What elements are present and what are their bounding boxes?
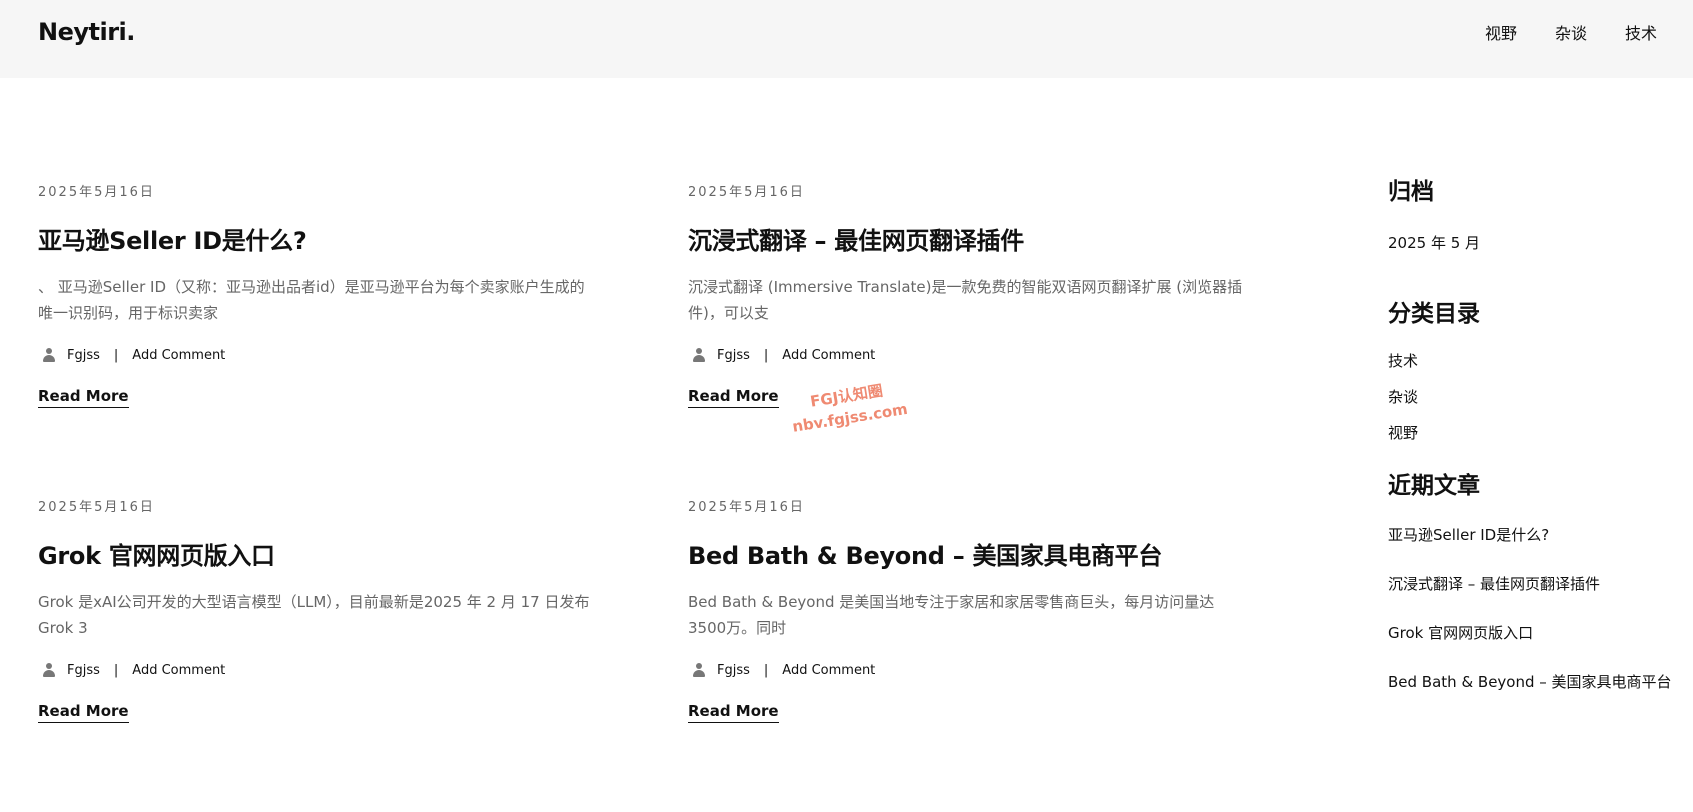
post-title[interactable]: 沉浸式翻译 – 最佳网页翻译插件 — [688, 224, 1248, 258]
read-more-link[interactable]: Read More — [688, 701, 779, 723]
category-item-zatan[interactable]: 杂谈 — [1388, 386, 1678, 408]
post-title[interactable]: 亚马逊Seller ID是什么? — [38, 224, 598, 258]
category-item-shiye[interactable]: 视野 — [1388, 422, 1678, 444]
post-author[interactable]: Fgjss — [717, 348, 750, 363]
main-nav: 视野 杂谈 技术 — [1447, 22, 1657, 46]
post-excerpt: Grok 是xAI公司开发的大型语言模型（LLM），目前最新是2025 年 2 … — [38, 593, 590, 637]
user-icon — [43, 348, 55, 362]
sidebar: 归档 2025 年 5 月 分类目录 技术 杂谈 视野 近期文章 亚马逊Sell… — [1388, 176, 1678, 720]
user-icon — [693, 348, 705, 362]
site-logo[interactable]: Neytiri. — [38, 18, 135, 46]
post-card: 2025年5月16日 Grok 官网网页版入口 Grok 是xAI公司开发的大型… — [38, 499, 598, 723]
read-more-link[interactable]: Read More — [38, 386, 129, 408]
post-author[interactable]: Fgjss — [67, 348, 100, 363]
post-date: 2025年5月16日 — [38, 500, 155, 515]
meta-separator: | — [763, 662, 769, 678]
post-card: 2025年5月16日 沉浸式翻译 – 最佳网页翻译插件 沉浸式翻译 (Immer… — [688, 184, 1248, 408]
archive-title: 归档 — [1388, 179, 1434, 205]
recent-post-link[interactable]: 亚马逊Seller ID是什么? — [1388, 524, 1678, 546]
categories-title: 分类目录 — [1388, 301, 1480, 327]
add-comment-link[interactable]: Add Comment — [132, 348, 225, 363]
nav-item-zatan[interactable]: 杂谈 — [1555, 22, 1587, 46]
read-more-link[interactable]: Read More — [688, 386, 779, 408]
post-card: 2025年5月16日 亚马逊Seller ID是什么? 、 亚马逊Seller … — [38, 184, 598, 408]
recent-post-link[interactable]: Grok 官网网页版入口 — [1388, 622, 1678, 644]
meta-separator: | — [113, 347, 119, 363]
recent-posts-list: 亚马逊Seller ID是什么? 沉浸式翻译 – 最佳网页翻译插件 Grok 官… — [1388, 524, 1678, 693]
add-comment-link[interactable]: Add Comment — [782, 348, 875, 363]
post-meta: Fgjss | Add Comment — [688, 660, 1248, 680]
post-meta: Fgjss | Add Comment — [688, 345, 1248, 365]
user-icon — [43, 663, 55, 677]
post-title[interactable]: Grok 官网网页版入口 — [38, 539, 598, 573]
post-date: 2025年5月16日 — [38, 185, 155, 200]
recent-posts-title: 近期文章 — [1388, 473, 1480, 499]
post-excerpt: 沉浸式翻译 (Immersive Translate)是一款免费的智能双语网页翻… — [688, 278, 1243, 322]
user-icon — [693, 663, 705, 677]
meta-separator: | — [763, 347, 769, 363]
post-date: 2025年5月16日 — [688, 500, 805, 515]
recent-post-link[interactable]: Bed Bath & Beyond – 美国家具电商平台 — [1388, 671, 1678, 693]
nav-item-shiye[interactable]: 视野 — [1485, 22, 1517, 46]
category-item-jishu[interactable]: 技术 — [1388, 350, 1678, 372]
add-comment-link[interactable]: Add Comment — [132, 663, 225, 678]
archive-item[interactable]: 2025 年 5 月 — [1388, 232, 1678, 254]
post-card: 2025年5月16日 Bed Bath & Beyond – 美国家具电商平台 … — [688, 499, 1248, 723]
category-list: 技术 杂谈 视野 — [1388, 350, 1678, 444]
post-excerpt: 、 亚马逊Seller ID（又称：亚马逊出品者id）是亚马逊平台为每个卖家账户… — [38, 278, 585, 322]
post-title[interactable]: Bed Bath & Beyond – 美国家具电商平台 — [688, 539, 1248, 573]
post-author[interactable]: Fgjss — [717, 663, 750, 678]
post-meta: Fgjss | Add Comment — [38, 660, 598, 680]
meta-separator: | — [113, 662, 119, 678]
add-comment-link[interactable]: Add Comment — [782, 663, 875, 678]
nav-item-jishu[interactable]: 技术 — [1625, 22, 1657, 46]
site-header: Neytiri. 视野 杂谈 技术 — [0, 0, 1693, 78]
read-more-link[interactable]: Read More — [38, 701, 129, 723]
recent-post-link[interactable]: 沉浸式翻译 – 最佳网页翻译插件 — [1388, 573, 1678, 595]
post-date: 2025年5月16日 — [688, 185, 805, 200]
post-excerpt: Bed Bath & Beyond 是美国当地专注于家居和家居零售商巨头，每月访… — [688, 593, 1215, 637]
post-author[interactable]: Fgjss — [67, 663, 100, 678]
post-meta: Fgjss | Add Comment — [38, 345, 598, 365]
